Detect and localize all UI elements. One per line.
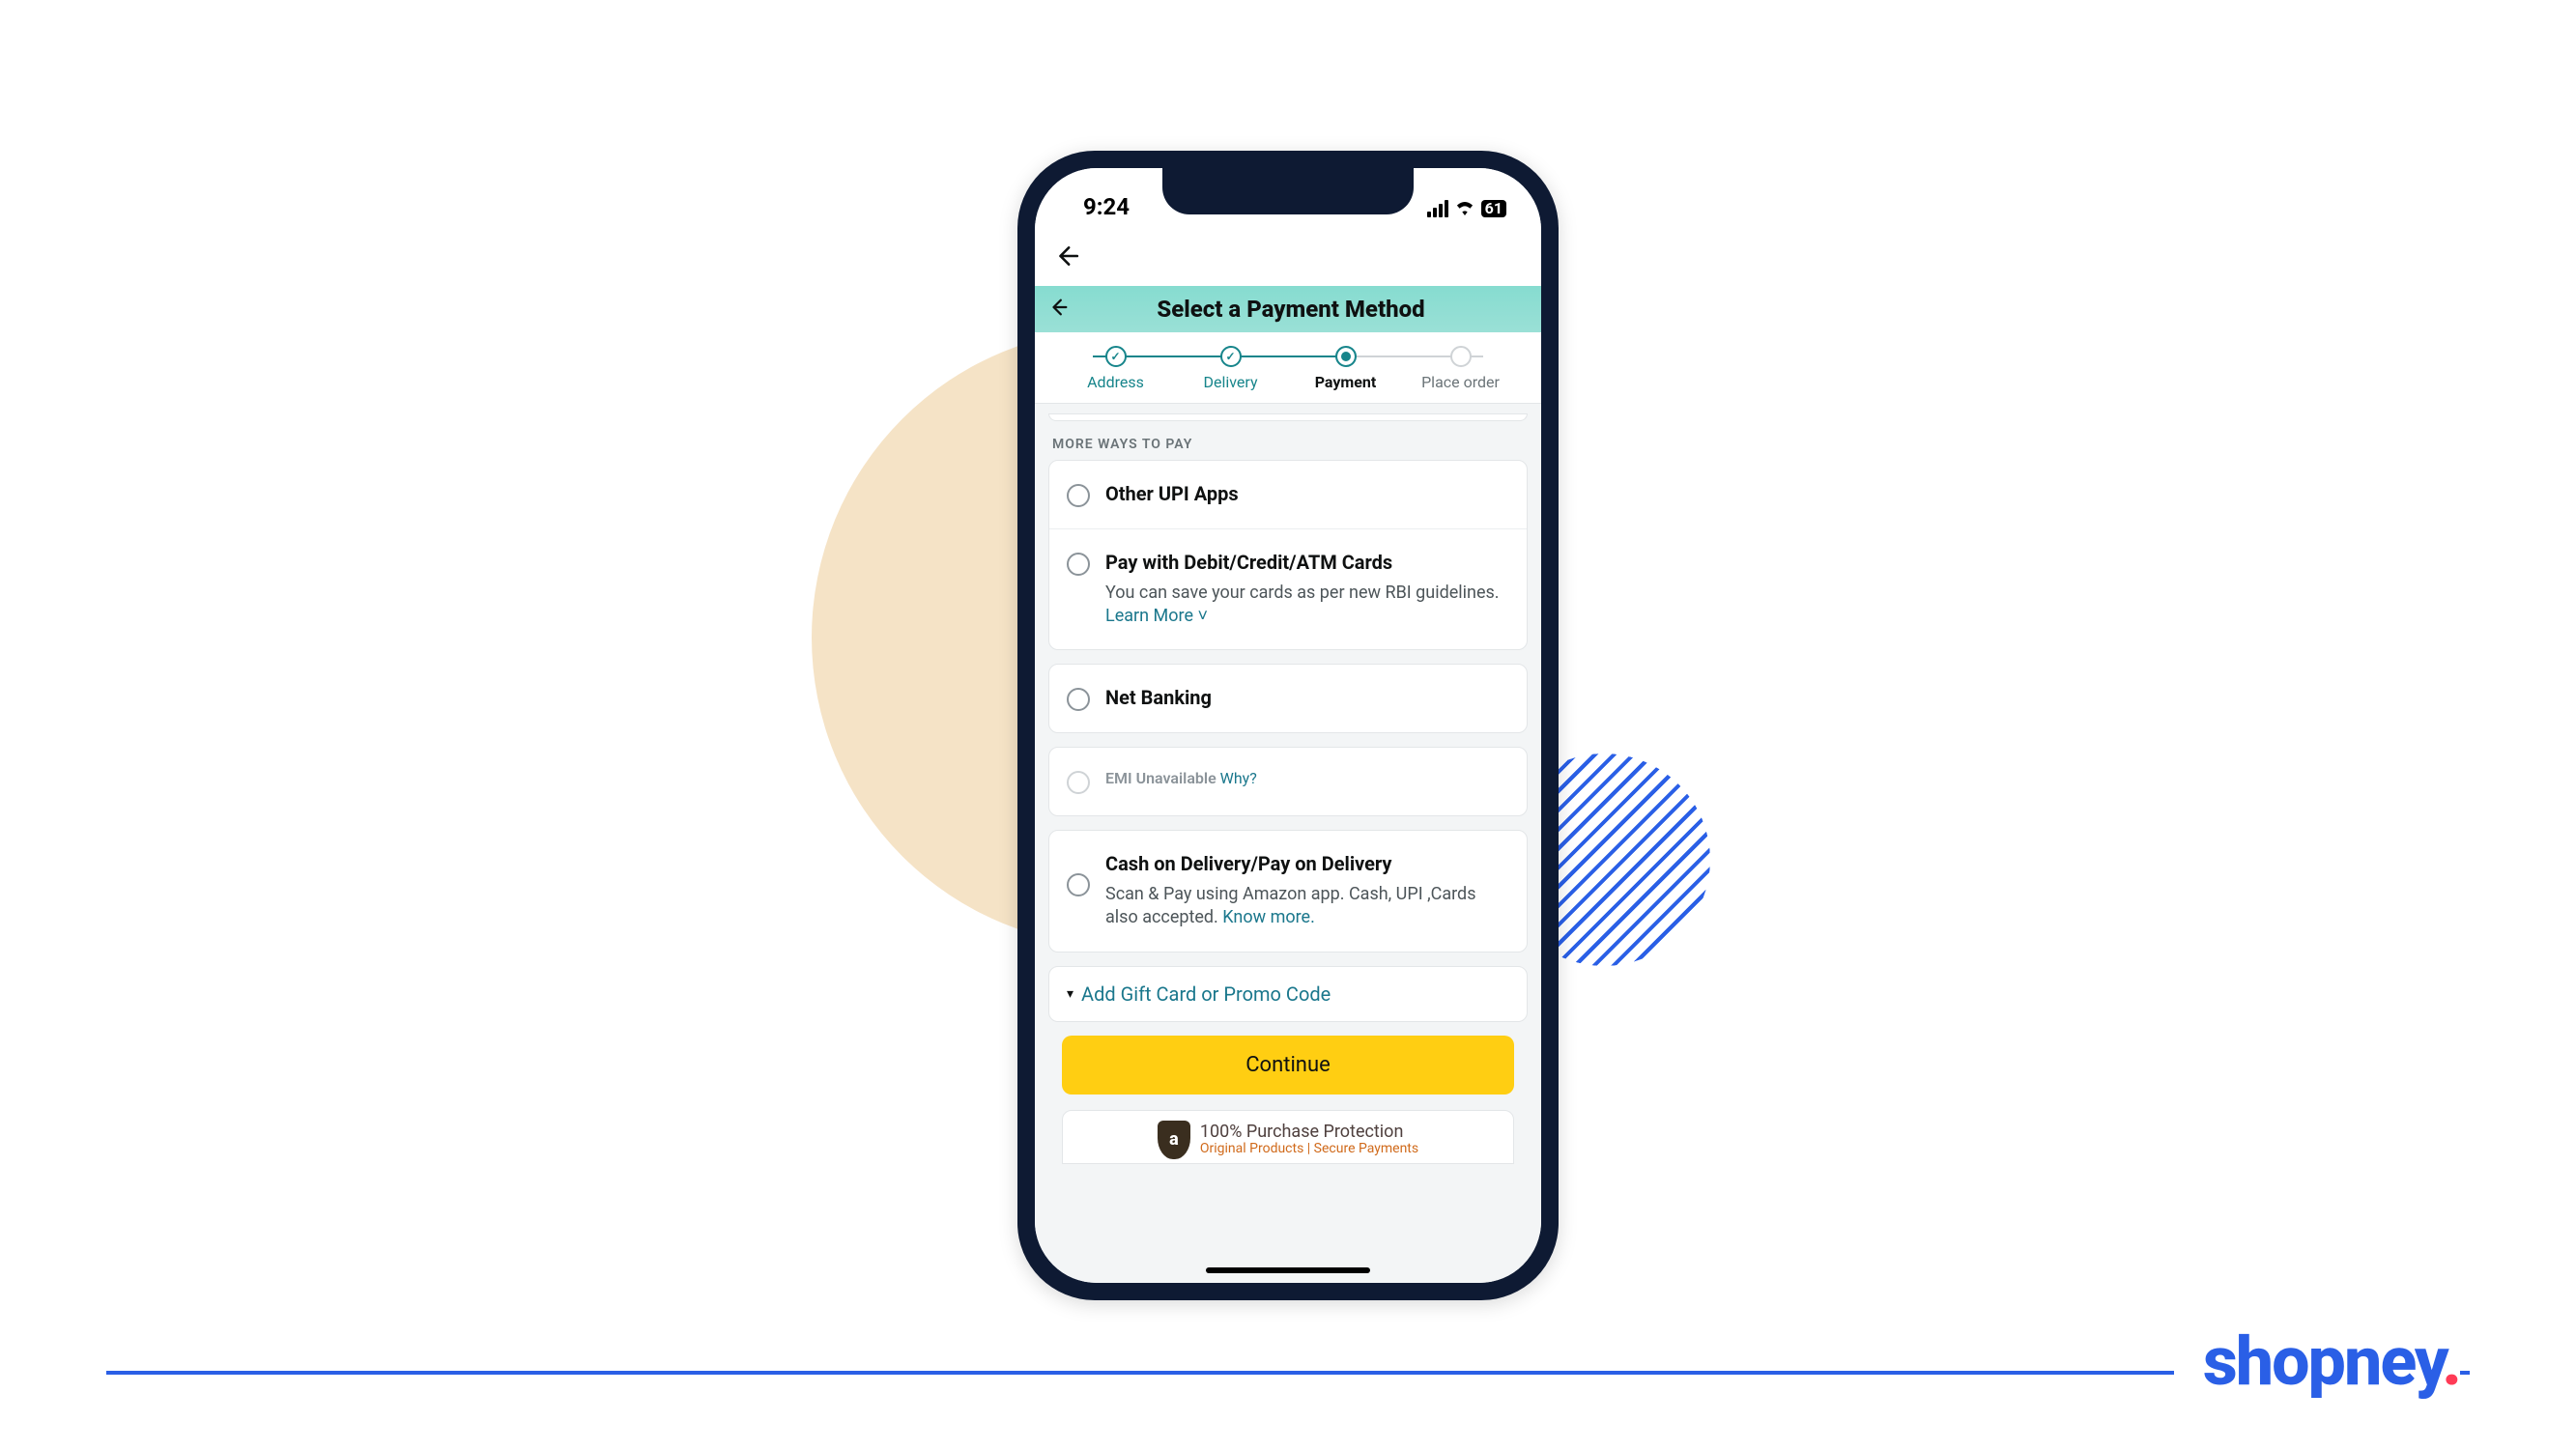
phone-notch (1162, 168, 1414, 214)
payment-options-card-2: Net Banking (1048, 664, 1528, 733)
chevron-down-icon: ˅ (1197, 606, 1208, 626)
previous-card-peek (1048, 413, 1528, 421)
payment-options-card-3: EMI Unavailable Why? (1048, 747, 1528, 816)
step-payment[interactable]: Payment (1288, 346, 1403, 391)
option-title: Pay with Debit/Credit/ATM Cards (1105, 551, 1509, 574)
promo-link-text: Add Gift Card or Promo Code (1081, 982, 1331, 1006)
section-heading: MORE WAYS TO PAY (1048, 427, 1528, 460)
status-right: 61 (1427, 197, 1506, 220)
protection-sub: Original Products | Secure Payments (1200, 1142, 1418, 1156)
signal-icon (1427, 200, 1448, 217)
step-done-icon (1220, 346, 1242, 367)
continue-button[interactable]: Continue (1062, 1036, 1514, 1095)
brand-name: shopney (2203, 1322, 2442, 1402)
footer-rule (106, 1371, 2470, 1375)
radio-disabled-icon (1067, 771, 1090, 794)
canvas: shopney. 9:24 61 (0, 0, 2576, 1450)
step-label: Payment (1315, 373, 1377, 391)
page-back-button[interactable] (1048, 297, 1070, 322)
step-place-order: Place order (1403, 346, 1518, 391)
continue-label: Continue (1245, 1053, 1331, 1077)
learn-more-link[interactable]: Learn More ˅ (1105, 606, 1208, 626)
purchase-protection-banner: a 100% Purchase Protection Original Prod… (1062, 1110, 1514, 1164)
option-title: Other UPI Apps (1105, 482, 1509, 505)
page-title: Select a Payment Method (1079, 296, 1528, 323)
option-other-upi[interactable]: Other UPI Apps (1049, 461, 1527, 529)
option-title: EMI Unavailable (1105, 769, 1216, 787)
option-subtext: Scan & Pay using Amazon app. Cash, UPI ,… (1105, 883, 1509, 930)
step-delivery[interactable]: Delivery (1173, 346, 1288, 391)
phone-screen: 9:24 61 Select a (1035, 168, 1541, 1283)
payment-options-card: Other UPI Apps Pay with Debit/Credit/ATM… (1048, 460, 1528, 651)
protection-title: 100% Purchase Protection (1200, 1123, 1418, 1142)
step-label: Place order (1421, 373, 1500, 391)
step-label: Delivery (1203, 373, 1257, 391)
app-back-button[interactable] (1054, 243, 1522, 269)
checkout-stepper: Address Delivery Payment Place order (1035, 332, 1541, 404)
promo-card: ▾ Add Gift Card or Promo Code (1048, 966, 1528, 1022)
radio-icon[interactable] (1067, 553, 1090, 576)
step-address[interactable]: Address (1058, 346, 1173, 391)
brand-dot-icon: . (2442, 1322, 2460, 1402)
know-more-link[interactable]: Know more. (1222, 907, 1315, 927)
shield-icon: a (1158, 1121, 1190, 1159)
status-time: 9:24 (1083, 193, 1130, 220)
option-netbanking[interactable]: Net Banking (1049, 665, 1527, 732)
radio-icon[interactable] (1067, 873, 1090, 896)
radio-icon[interactable] (1067, 688, 1090, 711)
payment-content[interactable]: MORE WAYS TO PAY Other UPI Apps Pay with… (1035, 404, 1541, 1283)
wifi-icon (1454, 197, 1475, 220)
option-title: Cash on Delivery/Pay on Delivery (1105, 852, 1509, 875)
option-title: Net Banking (1105, 686, 1509, 709)
app-nav-bar (1035, 226, 1541, 286)
option-emi-disabled: EMI Unavailable Why? (1049, 748, 1527, 815)
step-done-icon (1105, 346, 1127, 367)
chevron-down-icon: ▾ (1067, 986, 1073, 1002)
option-sub-copy: You can save your cards as per new RBI g… (1105, 583, 1500, 603)
emi-why-link[interactable]: Why? (1220, 769, 1257, 787)
option-cod[interactable]: Cash on Delivery/Pay on Delivery Scan & … (1049, 831, 1527, 952)
option-subtext: You can save your cards as per new RBI g… (1105, 582, 1509, 629)
step-future-icon (1450, 346, 1472, 367)
step-current-icon (1335, 346, 1357, 367)
battery-indicator: 61 (1481, 200, 1506, 217)
step-label: Address (1087, 373, 1144, 391)
brand-logo: shopney. (2174, 1322, 2460, 1402)
option-cards[interactable]: Pay with Debit/Credit/ATM Cards You can … (1049, 529, 1527, 650)
home-indicator (1206, 1267, 1370, 1273)
radio-icon[interactable] (1067, 484, 1090, 507)
link-text: Learn More (1105, 606, 1193, 626)
stepper-line (1093, 355, 1483, 357)
page-header: Select a Payment Method (1035, 286, 1541, 332)
add-promo-toggle[interactable]: ▾ Add Gift Card or Promo Code (1049, 967, 1527, 1021)
phone-frame: 9:24 61 Select a (1017, 151, 1559, 1300)
payment-options-card-4: Cash on Delivery/Pay on Delivery Scan & … (1048, 830, 1528, 952)
